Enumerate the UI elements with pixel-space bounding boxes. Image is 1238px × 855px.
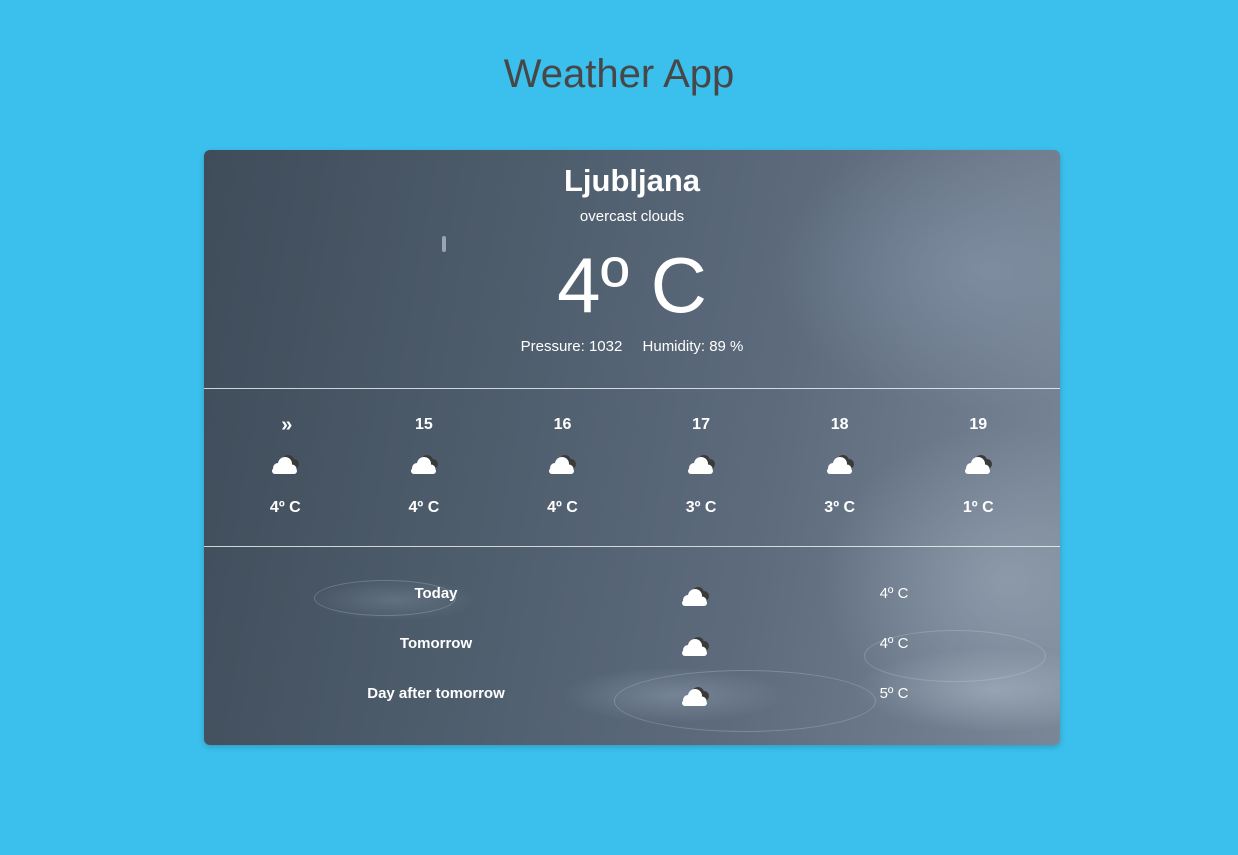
overcast-clouds-icon — [268, 450, 302, 478]
hourly-hour: 15 — [414, 416, 433, 433]
current-weather: Ljubljana overcast clouds 4º C Pressure:… — [204, 150, 1060, 388]
daily-forecast: Today 4º C Tomorrow 4º C Day after tomor… — [204, 570, 1060, 720]
overcast-clouds-icon — [961, 450, 995, 478]
hourly-hour: 19 — [969, 416, 988, 433]
day-temperature: 4º C — [879, 635, 909, 652]
hourly-hour: 17 — [692, 416, 710, 433]
hourly-temperature: 3º C — [824, 499, 856, 516]
section-divider — [204, 388, 1060, 389]
day-name: Day after tomorrow — [367, 685, 505, 702]
day-name: Tomorrow — [399, 635, 473, 652]
hourly-item: 15 4º C — [355, 408, 494, 528]
expand-chevron-icon[interactable]: » — [216, 415, 355, 435]
day-temperature: 4º C — [879, 585, 909, 602]
hourly-temperature: 4º C — [408, 499, 440, 516]
hourly-item: 18 3º C — [770, 408, 909, 528]
app-title: Weather App — [503, 52, 735, 96]
overcast-clouds-icon — [684, 450, 718, 478]
pressure-value: Pressure: 1032 — [520, 338, 623, 355]
weather-stats: Pressure: 1032 Humidity: 89 % — [204, 338, 1060, 355]
hourly-item: » 4º C — [216, 408, 355, 528]
section-divider — [204, 546, 1060, 547]
humidity-value: Humidity: 89 % — [642, 338, 744, 355]
day-temperature: 5º C — [879, 685, 909, 702]
overcast-clouds-icon — [545, 450, 579, 478]
daily-row: Today 4º C — [204, 570, 1060, 620]
weather-description: overcast clouds — [579, 208, 685, 225]
hourly-hour: 18 — [830, 416, 849, 433]
weather-card: Ljubljana overcast clouds 4º C Pressure:… — [204, 150, 1060, 745]
daily-row: Tomorrow 4º C — [204, 620, 1060, 670]
overcast-clouds-icon — [678, 582, 712, 610]
hourly-forecast: » 4º C 15 4º C 16 4º C 17 3º C 18 3º C 1… — [216, 408, 1048, 528]
overcast-clouds-icon — [678, 632, 712, 660]
hourly-item: 17 3º C — [632, 408, 771, 528]
current-temperature: 4º C — [557, 241, 707, 329]
hourly-temperature: 4º C — [269, 499, 301, 516]
daily-row: Day after tomorrow 5º C — [204, 670, 1060, 720]
overcast-clouds-icon — [407, 450, 441, 478]
hourly-item: 16 4º C — [493, 408, 632, 528]
hourly-temperature: 1º C — [962, 499, 994, 516]
hourly-hour: 16 — [553, 416, 572, 433]
city-name: Ljubljana — [563, 163, 701, 198]
day-name: Today — [414, 585, 458, 602]
overcast-clouds-icon — [823, 450, 857, 478]
hourly-temperature: 4º C — [547, 499, 578, 516]
hourly-temperature: 3º C — [685, 499, 717, 516]
hourly-item: 19 1º C — [909, 408, 1048, 528]
overcast-clouds-icon — [678, 682, 712, 710]
